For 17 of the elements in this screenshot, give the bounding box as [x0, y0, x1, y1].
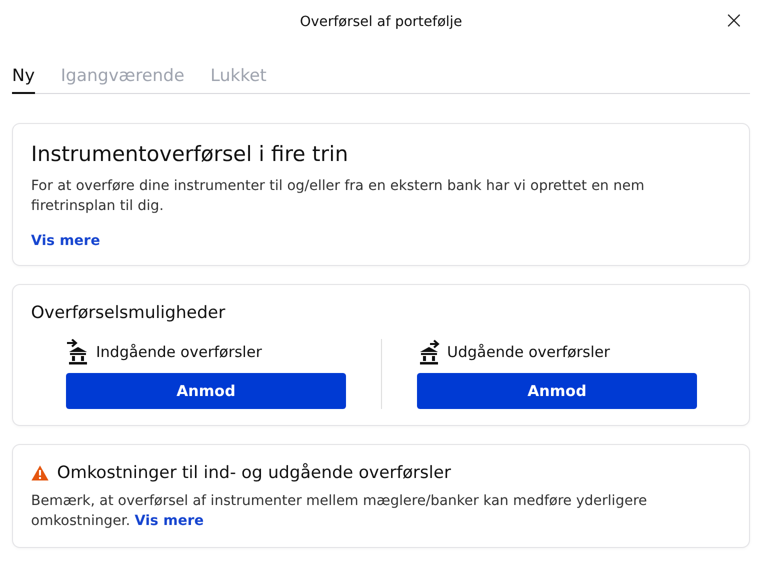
card-title: Omkostninger til ind- og udgående overførsler — [57, 463, 451, 483]
request-button[interactable]: Anmod — [417, 373, 697, 409]
card-title: Overførselsmuligheder — [31, 303, 226, 323]
card-title: Instrumentoverførsel i fire trin — [31, 142, 350, 166]
dialog-title: Overførsel af portefølje — [300, 14, 462, 30]
bank-transfer-icon — [66, 339, 90, 365]
option-label: Indgående overførsler — [96, 343, 262, 361]
bank-transfer-icon — [417, 339, 441, 365]
option-label: Udgående overførsler — [447, 343, 610, 361]
read-more-link[interactable]: Vis mere — [134, 513, 204, 529]
card-text: Bemærk, at overførsel af instrumenter mellem mæglere/banker kan medføre yderligere omkostninger. Vis mere — [31, 492, 648, 531]
close-button[interactable]: × — [720, 8, 748, 32]
read-more-link[interactable]: Vis mere — [31, 233, 100, 249]
request-button[interactable]: Anmod — [66, 373, 346, 409]
tab[interactable]: Ny — [12, 62, 35, 94]
warning-icon — [31, 465, 49, 481]
card-text: For at overføre dine instrumenter til og/eller fra en ekstern bank har vi oprettet en nem firetrinsplan til dig. — [31, 177, 646, 216]
